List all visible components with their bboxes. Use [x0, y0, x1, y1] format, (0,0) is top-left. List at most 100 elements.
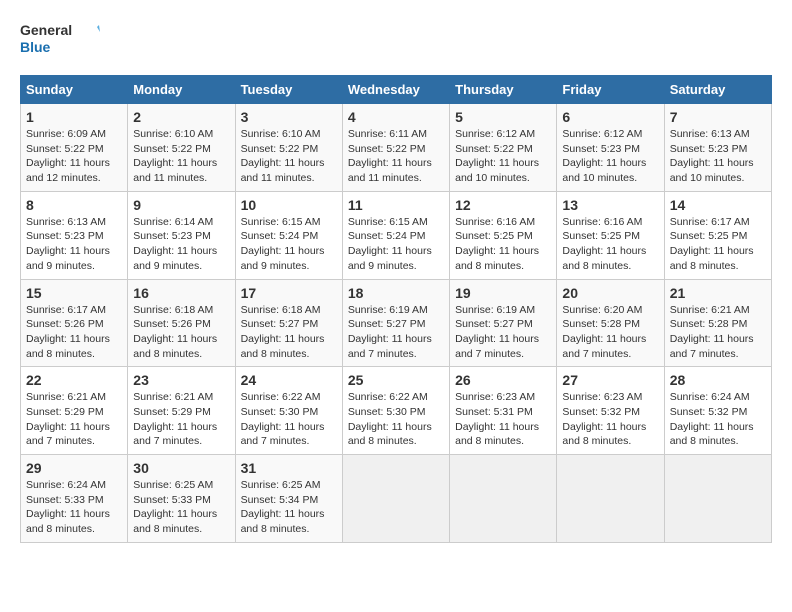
day-number: 21: [670, 285, 766, 301]
table-row: [342, 455, 449, 543]
page-header: General Blue: [20, 20, 772, 65]
calendar-header-row: SundayMondayTuesdayWednesdayThursdayFrid…: [21, 76, 772, 104]
day-info: Sunrise: 6:13 AMSunset: 5:23 PMDaylight:…: [26, 215, 122, 274]
day-info: Sunrise: 6:11 AMSunset: 5:22 PMDaylight:…: [348, 127, 444, 186]
table-row: 13 Sunrise: 6:16 AMSunset: 5:25 PMDayligh…: [557, 191, 664, 279]
day-number: 14: [670, 197, 766, 213]
logo: General Blue: [20, 20, 100, 65]
table-row: 20 Sunrise: 6:20 AMSunset: 5:28 PMDayligh…: [557, 279, 664, 367]
table-row: 3Sunrise: 6:10 AMSunset: 5:22 PMDaylight…: [235, 104, 342, 192]
day-info: Sunrise: 6:16 AMSunset: 5:25 PMDaylight:…: [562, 215, 658, 274]
table-row: [450, 455, 557, 543]
table-row: 1Sunrise: 6:09 AMSunset: 5:22 PMDaylight…: [21, 104, 128, 192]
table-row: 10 Sunrise: 6:15 AMSunset: 5:24 PMDayligh…: [235, 191, 342, 279]
table-row: 7 Sunrise: 6:13 AMSunset: 5:23 PMDaylight…: [664, 104, 771, 192]
day-info: Sunrise: 6:23 AMSunset: 5:31 PMDaylight:…: [455, 390, 551, 449]
column-header-friday: Friday: [557, 76, 664, 104]
day-number: 27: [562, 372, 658, 388]
calendar-week-row: 29 Sunrise: 6:24 AMSunset: 5:33 PMDayligh…: [21, 455, 772, 543]
day-number: 25: [348, 372, 444, 388]
day-info: Sunrise: 6:15 AMSunset: 5:24 PMDaylight:…: [241, 215, 337, 274]
day-info: Sunrise: 6:24 AMSunset: 5:32 PMDaylight:…: [670, 390, 766, 449]
day-number: 24: [241, 372, 337, 388]
day-info: Sunrise: 6:22 AMSunset: 5:30 PMDaylight:…: [348, 390, 444, 449]
day-number: 31: [241, 460, 337, 476]
day-number: 3: [241, 109, 337, 125]
day-info: Sunrise: 6:21 AMSunset: 5:28 PMDaylight:…: [670, 303, 766, 362]
table-row: 31Sunrise: 6:25 AMSunset: 5:34 PMDayligh…: [235, 455, 342, 543]
day-info: Sunrise: 6:20 AMSunset: 5:28 PMDaylight:…: [562, 303, 658, 362]
day-info: Sunrise: 6:23 AMSunset: 5:32 PMDaylight:…: [562, 390, 658, 449]
logo-svg: General Blue: [20, 20, 100, 60]
day-number: 29: [26, 460, 122, 476]
table-row: 29 Sunrise: 6:24 AMSunset: 5:33 PMDayligh…: [21, 455, 128, 543]
day-number: 13: [562, 197, 658, 213]
day-number: 2: [133, 109, 229, 125]
day-info: Sunrise: 6:16 AMSunset: 5:25 PMDaylight:…: [455, 215, 551, 274]
table-row: 19Sunrise: 6:19 AMSunset: 5:27 PMDayligh…: [450, 279, 557, 367]
column-header-saturday: Saturday: [664, 76, 771, 104]
calendar-week-row: 1Sunrise: 6:09 AMSunset: 5:22 PMDaylight…: [21, 104, 772, 192]
table-row: 8Sunrise: 6:13 AMSunset: 5:23 PMDaylight…: [21, 191, 128, 279]
table-row: 24Sunrise: 6:22 AMSunset: 5:30 PMDayligh…: [235, 367, 342, 455]
table-row: 11 Sunrise: 6:15 AMSunset: 5:24 PMDayligh…: [342, 191, 449, 279]
table-row: 22Sunrise: 6:21 AMSunset: 5:29 PMDayligh…: [21, 367, 128, 455]
column-header-thursday: Thursday: [450, 76, 557, 104]
day-info: Sunrise: 6:17 AMSunset: 5:26 PMDaylight:…: [26, 303, 122, 362]
day-number: 20: [562, 285, 658, 301]
day-number: 23: [133, 372, 229, 388]
day-number: 16: [133, 285, 229, 301]
day-info: Sunrise: 6:24 AMSunset: 5:33 PMDaylight:…: [26, 478, 122, 537]
day-number: 19: [455, 285, 551, 301]
day-number: 12: [455, 197, 551, 213]
column-header-monday: Monday: [128, 76, 235, 104]
day-info: Sunrise: 6:14 AMSunset: 5:23 PMDaylight:…: [133, 215, 229, 274]
day-info: Sunrise: 6:10 AMSunset: 5:22 PMDaylight:…: [133, 127, 229, 186]
day-info: Sunrise: 6:25 AMSunset: 5:33 PMDaylight:…: [133, 478, 229, 537]
table-row: 23 Sunrise: 6:21 AMSunset: 5:29 PMDayligh…: [128, 367, 235, 455]
day-number: 30: [133, 460, 229, 476]
day-number: 26: [455, 372, 551, 388]
table-row: 27 Sunrise: 6:23 AMSunset: 5:32 PMDayligh…: [557, 367, 664, 455]
logo-container: General Blue: [20, 20, 100, 65]
table-row: [664, 455, 771, 543]
day-info: Sunrise: 6:18 AMSunset: 5:26 PMDaylight:…: [133, 303, 229, 362]
day-info: Sunrise: 6:15 AMSunset: 5:24 PMDaylight:…: [348, 215, 444, 274]
day-info: Sunrise: 6:19 AMSunset: 5:27 PMDaylight:…: [348, 303, 444, 362]
day-info: Sunrise: 6:12 AMSunset: 5:23 PMDaylight:…: [562, 127, 658, 186]
calendar-week-row: 22 Sunrise: 6:21 AMSunset: 5:29 PMDayligh…: [21, 367, 772, 455]
day-info: Sunrise: 6:12 AMSunset: 5:22 PMDaylight:…: [455, 127, 551, 186]
day-number: 4: [348, 109, 444, 125]
day-number: 5: [455, 109, 551, 125]
day-number: 18: [348, 285, 444, 301]
column-header-tuesday: Tuesday: [235, 76, 342, 104]
calendar-week-row: 15Sunrise: 6:17 AMSunset: 5:26 PMDayligh…: [21, 279, 772, 367]
svg-text:General: General: [20, 22, 72, 38]
day-info: Sunrise: 6:13 AMSunset: 5:23 PMDaylight:…: [670, 127, 766, 186]
day-info: Sunrise: 6:09 AMSunset: 5:22 PMDaylight:…: [26, 127, 122, 186]
table-row: 9 Sunrise: 6:14 AMSunset: 5:23 PMDaylight…: [128, 191, 235, 279]
day-number: 17: [241, 285, 337, 301]
table-row: 26 Sunrise: 6:23 AMSunset: 5:31 PMDayligh…: [450, 367, 557, 455]
table-row: 21 Sunrise: 6:21 AMSunset: 5:28 PMDayligh…: [664, 279, 771, 367]
day-info: Sunrise: 6:21 AMSunset: 5:29 PMDaylight:…: [133, 390, 229, 449]
day-number: 6: [562, 109, 658, 125]
day-info: Sunrise: 6:18 AMSunset: 5:27 PMDaylight:…: [241, 303, 337, 362]
table-row: 30 Sunrise: 6:25 AMSunset: 5:33 PMDayligh…: [128, 455, 235, 543]
day-number: 11: [348, 197, 444, 213]
table-row: [557, 455, 664, 543]
table-row: 6 Sunrise: 6:12 AMSunset: 5:23 PMDaylight…: [557, 104, 664, 192]
day-number: 9: [133, 197, 229, 213]
table-row: 28Sunrise: 6:24 AMSunset: 5:32 PMDayligh…: [664, 367, 771, 455]
day-number: 22: [26, 372, 122, 388]
column-header-wednesday: Wednesday: [342, 76, 449, 104]
day-number: 10: [241, 197, 337, 213]
day-number: 7: [670, 109, 766, 125]
table-row: 17 Sunrise: 6:18 AMSunset: 5:27 PMDayligh…: [235, 279, 342, 367]
day-info: Sunrise: 6:17 AMSunset: 5:25 PMDaylight:…: [670, 215, 766, 274]
calendar-table: SundayMondayTuesdayWednesdayThursdayFrid…: [20, 75, 772, 543]
table-row: 25 Sunrise: 6:22 AMSunset: 5:30 PMDayligh…: [342, 367, 449, 455]
calendar-week-row: 8Sunrise: 6:13 AMSunset: 5:23 PMDaylight…: [21, 191, 772, 279]
table-row: 2 Sunrise: 6:10 AMSunset: 5:22 PMDaylight…: [128, 104, 235, 192]
table-row: 14 Sunrise: 6:17 AMSunset: 5:25 PMDayligh…: [664, 191, 771, 279]
